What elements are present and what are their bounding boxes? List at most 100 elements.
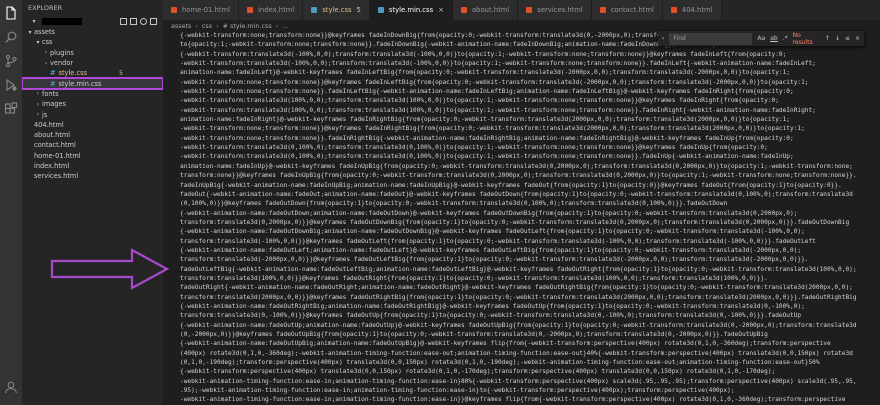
close-find-button[interactable]: × (855, 35, 860, 42)
tree-item-label: style.min.css (58, 79, 102, 88)
breadcrumb-item[interactable]: css (202, 22, 212, 30)
close-icon[interactable]: × (438, 6, 444, 14)
tree-item-404-html[interactable]: 404.html (22, 120, 163, 130)
tree-item-label: style.css (58, 69, 87, 78)
tree-item-images[interactable]: › images (22, 99, 163, 109)
source-control-icon[interactable] (4, 54, 18, 68)
tab-home-01-html[interactable]: home-01.html (163, 0, 240, 20)
tree-item-assets[interactable]: ▾ assets (22, 27, 163, 37)
tree-item-label: contact.html (34, 141, 76, 150)
next-match-button[interactable]: ↓ (835, 35, 840, 42)
search-icon[interactable] (4, 30, 18, 44)
run-debug-icon[interactable] (4, 78, 18, 92)
new-folder-icon[interactable] (130, 18, 137, 25)
tree-item-plugins[interactable]: › plugins (22, 48, 163, 58)
tree-item-style-css[interactable]: # style.css 5 (22, 68, 163, 78)
account-icon[interactable] (4, 380, 18, 394)
chevron-right-icon: › (195, 21, 198, 30)
chevron-right-icon: › (36, 111, 40, 119)
chevron-right-icon: › (44, 59, 48, 67)
chevron-down-icon: ▾ (36, 38, 40, 46)
tab-style-css[interactable]: style.css 5 (303, 0, 370, 20)
code-line: transform:translate3d(-100%,0,0)}}@keyfr… (180, 237, 816, 245)
tree-item-vendor[interactable]: › vendor (22, 58, 163, 68)
tab-label: home-01.html (182, 6, 231, 14)
tab-label: index.html (258, 6, 295, 14)
code-line: {-webkit-animation-name:fadeOutUpBig;ani… (180, 340, 831, 348)
code-line: fadeInUpBig{-webkit-animation-name:fadeI… (180, 181, 842, 189)
tree-item-services-html[interactable]: services.html (22, 171, 163, 181)
tree-item-label: css (42, 38, 53, 47)
new-file-icon[interactable] (120, 18, 127, 25)
refresh-icon[interactable] (140, 18, 147, 25)
breadcrumb-item[interactable]: assets (171, 22, 191, 30)
code-line: -webkit-transform:translate3d(0,100%,0);… (180, 144, 768, 152)
chevron-right-icon[interactable]: › (662, 35, 664, 42)
file-tree: ▾ assets ▾ css › plugins › vendor # style.css 5 # st… (22, 27, 163, 181)
regex-toggle[interactable]: .* (783, 35, 788, 42)
code-line: -webkit-transform:none;transform:none}}@… (180, 125, 805, 133)
code-line: fadeOut{-webkit-animation-name:fadeOut;a… (180, 190, 853, 198)
tab-style-min-css[interactable]: style.min.css × (369, 0, 454, 20)
breadcrumb-item[interactable]: ... (282, 22, 288, 30)
code-line: transform:translate3d(100%,0,0)}}@keyfra… (180, 274, 768, 282)
collapse-all-icon[interactable] (150, 18, 157, 25)
tree-item-label: vendor (50, 59, 74, 68)
tree-item-label: home-01.html (34, 151, 81, 160)
chevron-right-icon: › (275, 21, 279, 30)
workspace-root[interactable]: ▾ (22, 16, 163, 27)
code-line: animation-name:fadeInRight}@-webkit-keyf… (180, 116, 791, 124)
tree-item-label: services.html (34, 172, 79, 181)
tree-item-fonts[interactable]: › fonts (22, 89, 163, 99)
whole-word-toggle[interactable]: ab (770, 35, 778, 42)
tab-404-html[interactable]: 404.html (662, 0, 722, 20)
html-file-icon (526, 7, 533, 13)
activity-bar (0, 0, 22, 405)
css-file-icon (377, 7, 384, 13)
breadcrumb-item[interactable]: # style.min.css (223, 22, 272, 30)
code-line: {-webkit-transform:translate3d(-100%,0,0… (180, 50, 787, 58)
tab-contact-html[interactable]: contact.html (591, 0, 663, 20)
tab-problems-badge: 5 (356, 6, 361, 14)
tab-label: style.min.css (388, 6, 434, 14)
code-line: animation-name:fadeInUp}@-webkit-keyfram… (180, 162, 853, 170)
tree-item-contact-html[interactable]: contact.html (22, 140, 163, 150)
css-file-icon: # (50, 79, 56, 88)
tab-about-html[interactable]: about.html (453, 0, 519, 20)
tab-label: contact.html (610, 6, 654, 14)
code-line: (0,-2000px,0)}}@keyframes fadeOutUpBig{f… (180, 331, 768, 338)
find-in-selection-button[interactable]: ≡ (845, 35, 850, 42)
tab-label: about.html (472, 6, 510, 14)
explorer-actions (120, 18, 163, 25)
code-line: -webkit-animation-timing-function:ease-i… (180, 396, 846, 404)
previous-match-button[interactable]: ↑ (825, 35, 830, 42)
tab-bar: home-01.html index.html style.css 5 style.mi… (163, 0, 880, 20)
files-icon[interactable] (4, 6, 18, 20)
tree-item-label: index.html (34, 162, 70, 170)
tab-label: 404.html (681, 6, 713, 14)
code-line: {-webkit-animation-name:fadeOutDown;anim… (180, 209, 798, 217)
code-line: transform:translate3d(-2000px,0,0)}}@key… (180, 256, 809, 264)
code-editor[interactable]: {-webkit-transform:none;transform:none}}… (163, 31, 880, 405)
extensions-icon[interactable] (4, 102, 18, 116)
tab-services-html[interactable]: services.html (518, 0, 592, 20)
find-input[interactable] (669, 32, 753, 45)
html-file-icon (171, 7, 177, 13)
tree-item-home-01-html[interactable]: home-01.html (22, 151, 163, 161)
tree-item-label: assets (34, 28, 55, 37)
match-case-toggle[interactable]: Aa (757, 35, 765, 42)
redacted-workspace-name (42, 18, 82, 25)
code-line: {-webkit-animation-name:fadeOutLeft;anim… (180, 246, 802, 254)
tree-item-style-min-css[interactable]: # style.min.css (22, 77, 163, 90)
code-line: transform:translate3d(0,-100%,0)}}@keyfr… (180, 312, 802, 320)
tree-item-about-html[interactable]: about.html (22, 130, 163, 140)
chevron-down-icon: ▾ (32, 18, 36, 25)
tree-item-css[interactable]: ▾ css (22, 37, 163, 47)
tree-item-js[interactable]: › js (22, 109, 163, 119)
tab-index-html[interactable]: index.html (239, 0, 304, 20)
tree-item-index-html[interactable]: index.html (22, 161, 163, 171)
html-file-icon (599, 7, 606, 13)
code-line: -webkit-transform:translate3d(-100%,0,0)… (180, 60, 816, 68)
problems-badge: 5 (119, 69, 123, 77)
chevron-right-icon: › (216, 21, 219, 30)
